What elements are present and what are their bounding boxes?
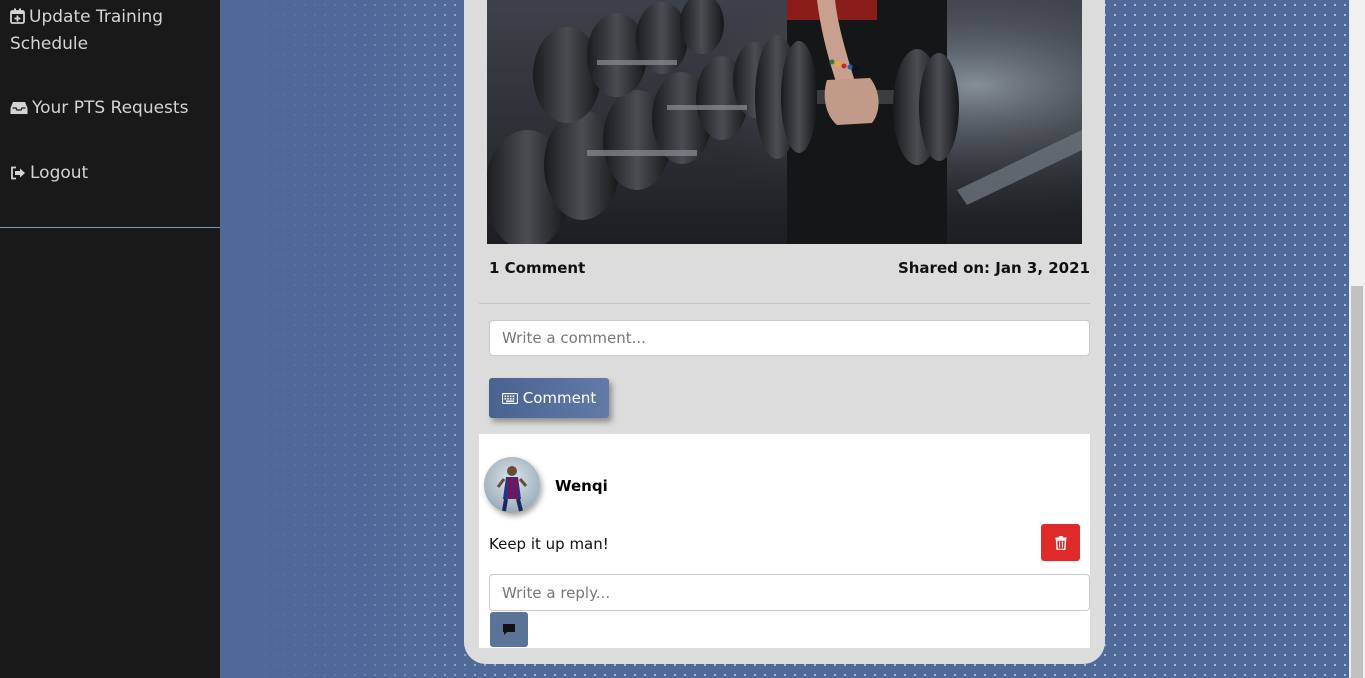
comment-author: Wenqi <box>555 477 608 495</box>
sidebar-divider <box>0 227 220 228</box>
comment-text: Keep it up man! <box>489 535 609 553</box>
sign-out-icon <box>10 163 26 188</box>
sidebar-item-label: Logout <box>30 163 89 183</box>
page-scrollbar[interactable] <box>1349 0 1365 678</box>
scrollbar-thumb[interactable] <box>1351 286 1363 678</box>
post-divider <box>479 303 1090 304</box>
reply-input[interactable] <box>489 574 1090 611</box>
comment-button[interactable]: Comment <box>489 378 609 418</box>
comment-bubble-icon <box>502 623 516 636</box>
calendar-plus-icon <box>10 7 25 32</box>
sidebar-item-update-training-schedule[interactable]: Update Training Schedule <box>10 5 210 57</box>
trash-icon <box>1055 535 1067 550</box>
delete-comment-button[interactable] <box>1041 524 1080 561</box>
inbox-icon <box>10 98 28 123</box>
sidebar-item-your-pts-requests[interactable]: Your PTS Requests <box>10 96 188 123</box>
sidebar: Update Training Schedule Your PTS Reques… <box>0 0 220 678</box>
avatar[interactable] <box>484 457 540 513</box>
shared-date: Shared on: Jan 3, 2021 <box>897 259 1090 277</box>
post-image <box>487 0 1082 244</box>
keyboard-icon <box>501 392 518 404</box>
reply-button[interactable] <box>490 612 528 647</box>
comment-button-label: Comment <box>522 389 597 407</box>
sidebar-item-logout[interactable]: Logout <box>10 161 88 188</box>
sidebar-item-label: Update Training Schedule <box>10 7 164 54</box>
comment-count: 1 Comment <box>489 259 586 277</box>
comment-input[interactable] <box>489 320 1090 356</box>
sidebar-item-label: Your PTS Requests <box>32 98 189 118</box>
